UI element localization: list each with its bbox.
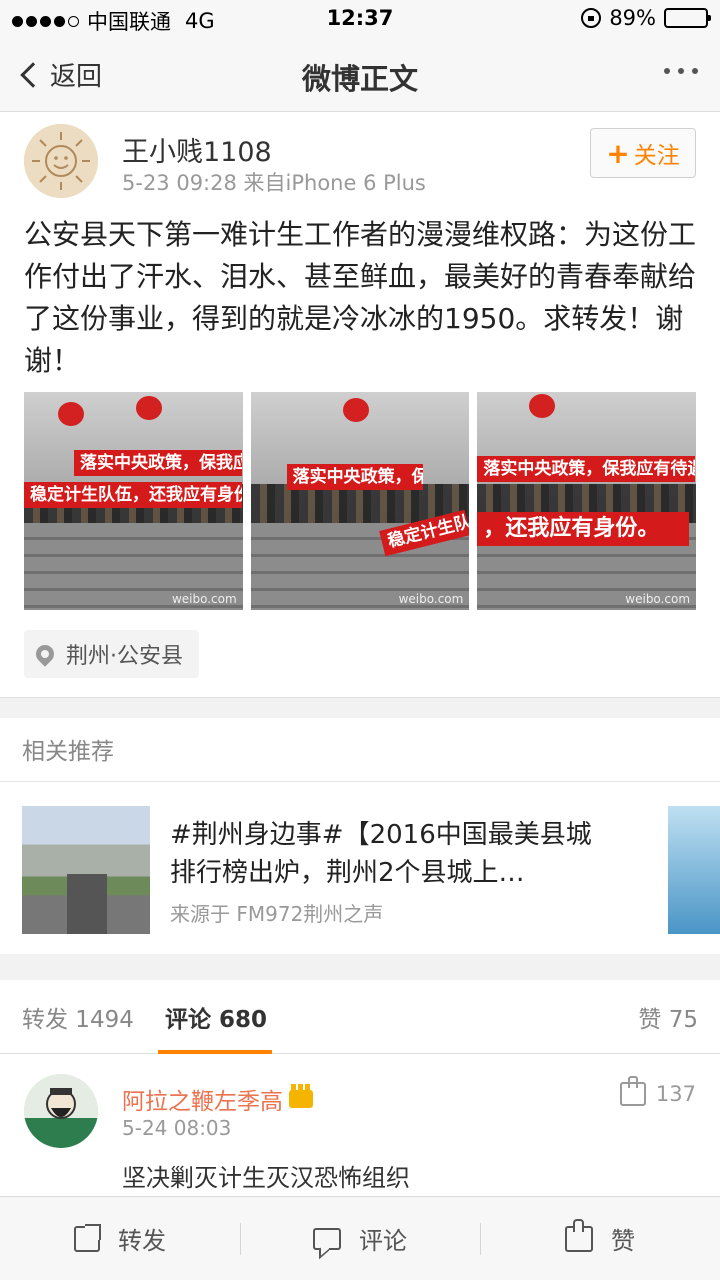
comment-text: 坚决剿灭计生灭汉恐怖组织: [122, 1164, 410, 1192]
watermark: weibo.com: [625, 592, 691, 606]
comment-item: 阿拉之鞭左季高 5-24 08:03 坚决剿灭计生灭汉恐怖组织 137: [0, 1054, 720, 1196]
follow-button[interactable]: + 关注: [590, 128, 696, 178]
lantern-icon: [342, 398, 369, 422]
repost-label: 转发: [118, 1227, 166, 1255]
status-bar: 中国联通 4G 12:37 89%: [0, 0, 720, 38]
photo-banner-text: 落实中央政策，保我应有待: [74, 450, 242, 476]
related-title[interactable]: #荆州身边事#【2016中国最美县城排行榜出炉，荆州2个县城上…: [170, 816, 610, 892]
battery-percent: 89%: [609, 6, 656, 30]
location-label: 荆州·公安县: [66, 644, 183, 669]
plus-icon: +: [606, 136, 630, 170]
related-header: 相关推荐: [0, 718, 720, 782]
post-photo-1[interactable]: 落实中央政策，保我应有待 稳定计生队伍，还我应有身份。 weibo.com: [24, 392, 243, 610]
tab-reposts[interactable]: 转发 1494: [22, 1000, 134, 1034]
photo-banner-text: 落实中央政策，保我应有待遇: [477, 456, 696, 482]
post-meta: 5-23 09:28 来自iPhone 6 Plus: [122, 171, 426, 195]
lantern-icon: [136, 396, 162, 420]
status-right: 89%: [581, 6, 711, 30]
orientation-lock-icon: [581, 8, 602, 28]
tab-comments[interactable]: 评论 680: [165, 1000, 267, 1034]
thumbs-up-icon: [619, 1076, 646, 1106]
photo-banner-text: ，还我应有身份。: [477, 512, 690, 546]
weibo-post: 王小贱1108 5-23 09:28 来自iPhone 6 Plus + 关注 …: [0, 112, 720, 698]
photo-grid: 落实中央政策，保我应有待 稳定计生队伍，还我应有身份。 weibo.com 落实…: [24, 392, 697, 610]
avatar[interactable]: [24, 124, 98, 198]
related-thumbnail[interactable]: [22, 806, 150, 934]
related-source: 来源于 FM972荆州之声: [170, 902, 384, 926]
comment-like-count: 137: [655, 1082, 696, 1106]
post-photo-2[interactable]: 落实中央政策，保我应有 稳定计生队伍，还我应 weibo.com: [250, 392, 470, 610]
commenter-name-text: 阿拉之鞭左季高: [122, 1089, 283, 1115]
battery-icon: [664, 8, 711, 28]
like-label: 赞: [611, 1227, 635, 1255]
post-photo-3[interactable]: 落实中央政策，保我应有待遇 ，还我应有身份。 weibo.com: [477, 392, 697, 610]
commenter-name[interactable]: 阿拉之鞭左季高: [122, 1082, 313, 1116]
post-text: 公安县天下第一难计生工作者的漫漫维权路：为这份工作付出了汗水、泪水、甚至鲜血，最…: [24, 218, 697, 377]
repost-button[interactable]: 转发: [0, 1197, 240, 1280]
post-author-name[interactable]: 王小贱1108: [122, 130, 272, 169]
smiley-sun-avatar-icon: [24, 124, 98, 198]
comment-icon: [313, 1227, 341, 1250]
comment-label: 评论: [359, 1227, 407, 1255]
comment-time: 5-24 08:03: [122, 1116, 232, 1140]
vip-crown-icon: [289, 1084, 313, 1108]
lantern-icon: [58, 402, 84, 426]
like-button[interactable]: 赞: [480, 1197, 720, 1280]
photo-banner-text: 落实中央政策，保我应有: [286, 464, 423, 490]
more-options-icon[interactable]: [664, 68, 698, 74]
follow-label: 关注: [633, 143, 680, 169]
related-recommendations: 相关推荐 #荆州身边事#【2016中国最美县城排行榜出炉，荆州2个县城上… 来源…: [0, 718, 720, 954]
location-tag[interactable]: 荆州·公安县: [24, 630, 199, 678]
watermark: weibo.com: [171, 592, 237, 606]
thumbs-up-icon: [565, 1218, 593, 1252]
navigation-bar: 返回 微博正文: [0, 38, 720, 112]
comment-like-button[interactable]: 137: [619, 1076, 696, 1106]
avatar[interactable]: [24, 1074, 98, 1148]
comment-button[interactable]: 评论: [240, 1197, 480, 1280]
tab-likes[interactable]: 赞 75: [638, 1000, 698, 1034]
share-icon: [74, 1223, 101, 1252]
interaction-tabs: 转发 1494 评论 680 赞 75: [0, 980, 720, 1054]
location-pin-icon: [32, 641, 58, 667]
photo-banner-text: 稳定计生队伍，还我应有身份。: [24, 482, 242, 508]
bottom-action-bar: 转发 评论 赞: [0, 1196, 720, 1280]
related-next-thumbnail[interactable]: [668, 806, 720, 934]
page-title: 微博正文: [301, 62, 418, 96]
commenter-avatar-icon: [24, 1074, 98, 1148]
watermark: weibo.com: [398, 592, 464, 606]
